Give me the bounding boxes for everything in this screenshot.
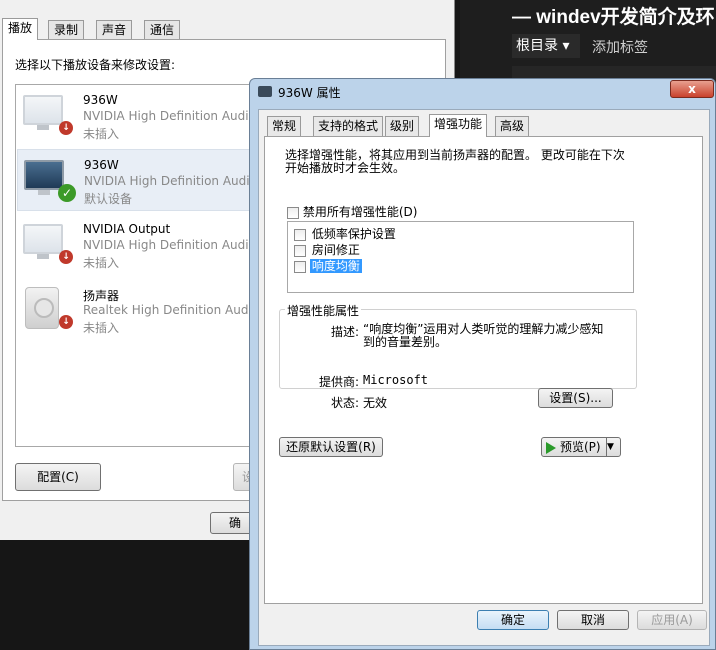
- state-label: 状态:: [330, 396, 359, 410]
- tab-supported-formats[interactable]: 支持的格式: [313, 116, 384, 136]
- enhancement-item[interactable]: 低频率保护设置: [294, 225, 398, 242]
- title-bar[interactable]: 936W 属性 x: [250, 79, 715, 105]
- properties-dialog: 936W 属性 x 常规 支持的格式 级别 增强功能 高级 选择增强性能，将其应…: [249, 78, 716, 650]
- device-name: 扬声器: [83, 289, 120, 303]
- device-driver: NVIDIA High Definition Audio: [84, 174, 257, 188]
- tab-recording[interactable]: 录制: [48, 20, 85, 40]
- state-value: 无效: [363, 396, 388, 410]
- preview-label: 预览(P): [560, 440, 601, 454]
- sound-tabs: 播放 录制 声音 通信: [0, 18, 455, 40]
- play-icon: [546, 441, 556, 454]
- checkmark-icon: ✓: [58, 184, 76, 202]
- chevron-down-icon[interactable]: ▼: [606, 438, 620, 456]
- device-driver: NVIDIA High Definition Audio: [83, 109, 256, 123]
- unplugged-icon: ↓: [59, 121, 73, 135]
- tab-general[interactable]: 常规: [267, 116, 302, 136]
- apply-button[interactable]: 应用(A): [637, 610, 707, 630]
- enhancement-label: 房间修正: [311, 243, 360, 257]
- monitor-icon: ↓: [23, 95, 73, 135]
- description-value: “响度均衡”运用对人类听觉的理解力减少感知到的音量差别。: [363, 322, 604, 349]
- tab-playback[interactable]: 播放: [2, 18, 39, 40]
- properties-group-title: 增强性能属性: [285, 302, 362, 319]
- device-name: NVIDIA Output: [83, 222, 171, 236]
- device-status: 未插入: [83, 256, 120, 270]
- enhancements-description: 选择增强性能，将其应用到当前扬声器的配置。 更改可能在下次 开始播放时才会生效。: [285, 149, 685, 175]
- disable-all-label: 禁用所有增强性能(D): [302, 205, 418, 219]
- settings-button[interactable]: 设置(S)...: [538, 388, 613, 408]
- enhancements-panel: 选择增强性能，将其应用到当前扬声器的配置。 更改可能在下次 开始播放时才会生效。…: [264, 136, 703, 604]
- device-driver: Realtek High Definition Audio: [83, 303, 260, 317]
- device-status: 默认设备: [84, 192, 133, 206]
- unplugged-icon: ↓: [59, 315, 73, 329]
- monitor-icon: ✓: [24, 160, 76, 202]
- checkbox-box[interactable]: [294, 260, 306, 273]
- window-title: 936W 属性: [278, 86, 341, 100]
- configure-button[interactable]: 配置(C): [15, 463, 101, 491]
- tab-sounds[interactable]: 声音: [96, 20, 133, 40]
- device-driver: NVIDIA High Definition Audio: [83, 238, 256, 252]
- enhancements-list: 低频率保护设置 房间修正 响度均衡: [287, 221, 634, 293]
- device-status: 未插入: [83, 321, 120, 335]
- article-title: — windev开发简介及环: [512, 7, 715, 28]
- checkbox-box[interactable]: [294, 244, 306, 257]
- provider-label: 提供商:: [318, 375, 359, 389]
- speaker-icon: ↓: [23, 287, 73, 329]
- ok-button[interactable]: 确定: [477, 610, 549, 630]
- monitor-icon: ↓: [23, 224, 73, 264]
- checkbox-box[interactable]: [294, 228, 306, 241]
- root-directory-dropdown[interactable]: 根目录 ▾: [512, 34, 580, 58]
- description-label: 描述:: [330, 325, 359, 339]
- device-status: 未插入: [83, 127, 120, 141]
- enhancement-item-selected[interactable]: 响度均衡: [294, 257, 362, 274]
- tab-levels[interactable]: 级别: [385, 116, 420, 136]
- add-tag-link[interactable]: 添加标签: [592, 37, 648, 57]
- enhancement-label: 响度均衡: [309, 259, 362, 273]
- unplugged-icon: ↓: [59, 250, 73, 264]
- description-line: 开始播放时才会生效。: [285, 161, 406, 175]
- enhancement-label: 低频率保护设置: [311, 227, 396, 241]
- tab-advanced[interactable]: 高级: [495, 116, 530, 136]
- monitor-icon: [258, 86, 272, 97]
- cancel-button[interactable]: 取消: [557, 610, 629, 630]
- enhancement-item[interactable]: 房间修正: [294, 241, 362, 258]
- tab-enhancements[interactable]: 增强功能: [429, 114, 488, 137]
- playback-instruction: 选择以下播放设备来修改设置:: [15, 58, 176, 72]
- close-button[interactable]: x: [670, 80, 714, 98]
- preview-button[interactable]: 预览(P) ▼: [541, 437, 621, 457]
- device-name: 936W: [83, 93, 118, 107]
- provider-value: Microsoft: [363, 373, 429, 387]
- dialog-body: 常规 支持的格式 级别 增强功能 高级 选择增强性能，将其应用到当前扬声器的配置…: [258, 109, 710, 646]
- checkbox-box[interactable]: [287, 206, 299, 219]
- device-name: 936W: [84, 158, 119, 172]
- restore-defaults-button[interactable]: 还原默认设置(R): [279, 437, 383, 457]
- tab-communications[interactable]: 通信: [144, 20, 181, 40]
- disable-all-checkbox[interactable]: 禁用所有增强性能(D): [287, 203, 417, 220]
